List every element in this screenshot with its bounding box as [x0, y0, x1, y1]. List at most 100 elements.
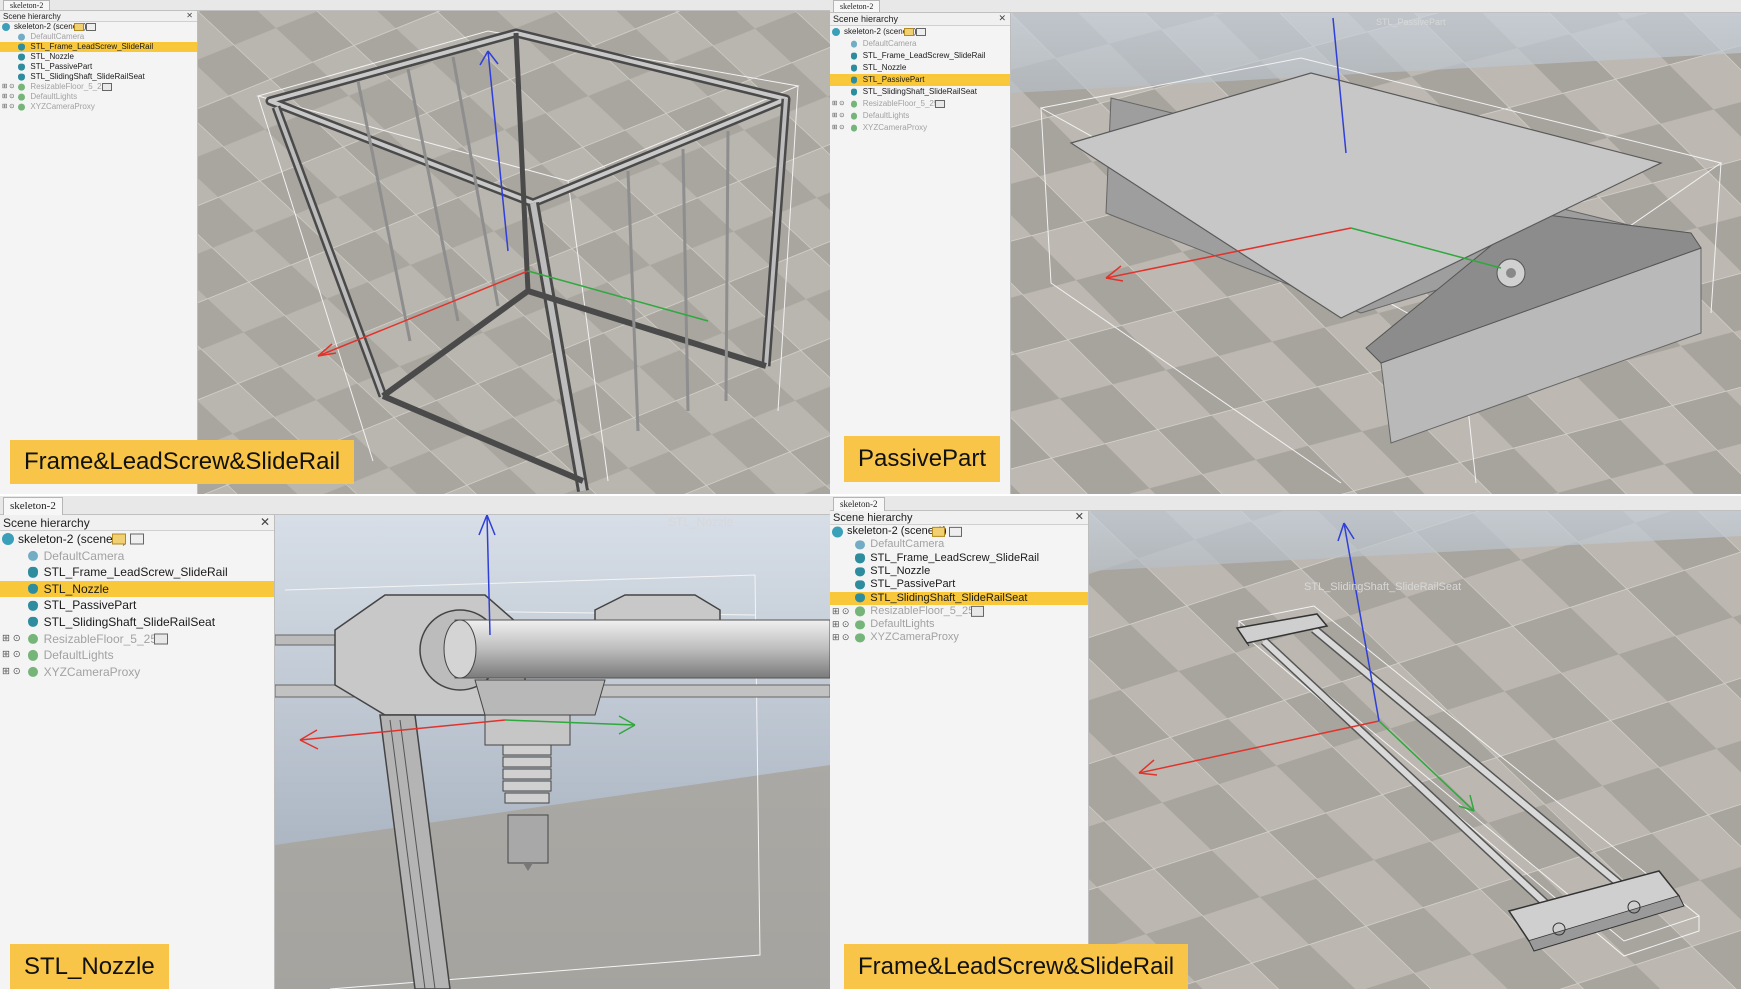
- close-icon[interactable]: ✕: [998, 13, 1006, 24]
- tree-item[interactable]: ⊞ ⊙ XYZCameraProxy: [830, 122, 1010, 134]
- tree-item[interactable]: ⊞ ⊙ XYZCameraProxy: [0, 664, 274, 681]
- tree-item[interactable]: ⊞ ⊙ DefaultLights: [830, 110, 1010, 122]
- tree-item[interactable]: STL_Frame_LeadScrew_SlideRail: [830, 552, 1088, 565]
- object-label: STL_PassivePart: [1376, 17, 1446, 27]
- tree-item[interactable]: STL_SlidingShaft_SlideRailSeat: [830, 86, 1010, 98]
- tree-item[interactable]: STL_PassivePart: [0, 597, 274, 614]
- close-icon[interactable]: ✕: [260, 515, 270, 530]
- floor-settings-icon[interactable]: [934, 100, 945, 108]
- quadrant-passive-part: skeleton-2 Scene hierarchy ✕ skeleton-2 …: [830, 0, 1741, 494]
- mesh-icon: [27, 600, 38, 611]
- tree-item[interactable]: STL_Nozzle: [830, 62, 1010, 74]
- close-icon[interactable]: ✕: [186, 11, 193, 20]
- viewport-3d[interactable]: STL_PassivePart: [1011, 13, 1741, 494]
- scene-hierarchy-header: Scene hierarchy ✕: [830, 13, 1010, 26]
- tree-root[interactable]: skeleton-2 (scene 1): [830, 26, 1010, 38]
- tree-item[interactable]: DefaultCamera: [0, 548, 274, 565]
- tree-item[interactable]: STL_Nozzle: [830, 565, 1088, 578]
- caption-label: PassivePart: [844, 436, 1001, 482]
- expand-icon[interactable]: ⊞ ⊙: [832, 122, 845, 134]
- expand-icon[interactable]: ⊞ ⊙: [2, 631, 21, 648]
- tree-item[interactable]: ⊞ ⊙ ResizableFloor_5_25: [830, 98, 1010, 110]
- close-icon[interactable]: ✕: [1075, 511, 1084, 524]
- expand-icon[interactable]: ⊞ ⊙: [2, 102, 15, 112]
- floor-settings-icon[interactable]: [102, 83, 113, 91]
- expand-icon[interactable]: ⊞ ⊙: [832, 618, 849, 631]
- expand-icon[interactable]: ⊞ ⊙: [2, 647, 21, 664]
- tree-item-label: STL_SlidingShaft_SlideRailSeat: [30, 72, 145, 81]
- tree-item-label: STL_PassivePart: [862, 75, 925, 84]
- folder-icon[interactable]: [74, 23, 85, 31]
- tree-item[interactable]: STL_PassivePart: [830, 578, 1088, 591]
- floor-settings-icon[interactable]: [970, 606, 984, 617]
- tab-bar: skeleton-2: [0, 496, 830, 515]
- viewport-3d[interactable]: STL_Nozzle: [275, 515, 830, 989]
- expand-icon[interactable]: ⊞ ⊙: [2, 92, 15, 102]
- quadrant-sliding-shaft: skeleton-2 Scene hierarchy ✕ skeleton-2 …: [830, 496, 1741, 989]
- viewport-3d[interactable]: [198, 11, 830, 494]
- expand-icon[interactable]: ⊞ ⊙: [832, 605, 849, 618]
- scene-hierarchy-header: Scene hierarchy ✕: [0, 515, 274, 531]
- tree-item[interactable]: STL_Frame_LeadScrew_SlideRail: [0, 564, 274, 581]
- mesh-icon: [27, 567, 38, 578]
- scene-hierarchy-title: Scene hierarchy: [833, 14, 899, 24]
- tree-item[interactable]: ⊞ ⊙ ResizableFloor_5_25: [830, 605, 1088, 618]
- scene-icon: [832, 526, 843, 538]
- document-tab[interactable]: skeleton-2: [833, 0, 881, 12]
- tree-item[interactable]: ⊞ ⊙ ResizableFloor_5_25: [0, 631, 274, 648]
- columns-icon[interactable]: [948, 526, 962, 537]
- tree-item-label: ResizableFloor_5_25: [870, 604, 975, 617]
- tree-item[interactable]: ⊞ ⊙ DefaultLights: [830, 618, 1088, 631]
- proxy-icon: [27, 667, 38, 678]
- document-tab[interactable]: skeleton-2: [3, 0, 51, 10]
- document-tab[interactable]: skeleton-2: [3, 497, 63, 515]
- tree-item[interactable]: DefaultCamera: [830, 538, 1088, 551]
- tree-root[interactable]: skeleton-2 (scene 1): [0, 531, 274, 548]
- tree-item[interactable]: ⊞ ⊙ DefaultLights: [0, 92, 197, 102]
- tree-root[interactable]: skeleton-2 (scene 1): [830, 525, 1088, 538]
- mesh-icon: [855, 593, 865, 603]
- viewport-3d[interactable]: STL_SlidingShaft_SlideRailSeat: [1089, 511, 1741, 989]
- tree-item[interactable]: ⊞ ⊙ XYZCameraProxy: [830, 631, 1088, 644]
- folder-icon[interactable]: [904, 28, 915, 36]
- document-tab[interactable]: skeleton-2: [833, 497, 885, 511]
- expand-icon[interactable]: ⊞ ⊙: [832, 110, 845, 122]
- scene-hierarchy-title: Scene hierarchy: [3, 516, 90, 530]
- caption-label: Frame&LeadScrew&SlideRail: [844, 944, 1189, 989]
- columns-icon[interactable]: [916, 28, 927, 36]
- folder-icon[interactable]: [932, 526, 946, 537]
- tree-item[interactable]: STL_Frame_LeadScrew_SlideRail: [0, 42, 197, 52]
- floor-settings-icon[interactable]: [153, 633, 168, 645]
- tree-item[interactable]: ⊞ ⊙ ResizableFloor_5_25: [0, 82, 197, 92]
- tree-item[interactable]: STL_SlidingShaft_SlideRailSeat: [0, 72, 197, 82]
- lights-icon: [27, 650, 38, 661]
- lights-icon: [850, 112, 858, 120]
- tree-item[interactable]: STL_PassivePart: [0, 62, 197, 72]
- tree-item-label: DefaultLights: [862, 111, 910, 120]
- tree-item[interactable]: ⊞ ⊙ XYZCameraProxy: [0, 102, 197, 112]
- tree-item[interactable]: STL_Nozzle: [0, 52, 197, 62]
- tree-item[interactable]: STL_SlidingShaft_SlideRailSeat: [0, 614, 274, 631]
- proxy-icon: [855, 633, 865, 643]
- tree-item[interactable]: STL_PassivePart: [830, 74, 1010, 86]
- tree-item-label: STL_PassivePart: [30, 62, 93, 71]
- tree-item[interactable]: DefaultCamera: [0, 32, 197, 42]
- caption-label: STL_Nozzle: [10, 944, 169, 989]
- expand-icon[interactable]: ⊞ ⊙: [2, 82, 15, 92]
- folder-icon[interactable]: [111, 533, 126, 545]
- tree-item[interactable]: STL_Frame_LeadScrew_SlideRail: [830, 50, 1010, 62]
- scene-hierarchy-header: Scene hierarchy ✕: [830, 511, 1088, 525]
- columns-icon[interactable]: [129, 533, 144, 545]
- tree-item[interactable]: DefaultCamera: [830, 38, 1010, 50]
- columns-icon[interactable]: [86, 23, 97, 31]
- mesh-icon: [18, 73, 26, 81]
- tree-item[interactable]: STL_SlidingShaft_SlideRailSeat: [830, 591, 1088, 605]
- tree-item[interactable]: STL_Nozzle: [0, 580, 274, 598]
- floor-icon: [850, 100, 858, 108]
- expand-icon[interactable]: ⊞ ⊙: [832, 631, 849, 644]
- expand-icon[interactable]: ⊞ ⊙: [832, 98, 845, 110]
- tree-root[interactable]: skeleton-2 (scene 1): [0, 22, 197, 32]
- expand-icon[interactable]: ⊞ ⊙: [2, 664, 21, 681]
- tree-item[interactable]: ⊞ ⊙ DefaultLights: [0, 647, 274, 664]
- mesh-icon: [855, 580, 865, 590]
